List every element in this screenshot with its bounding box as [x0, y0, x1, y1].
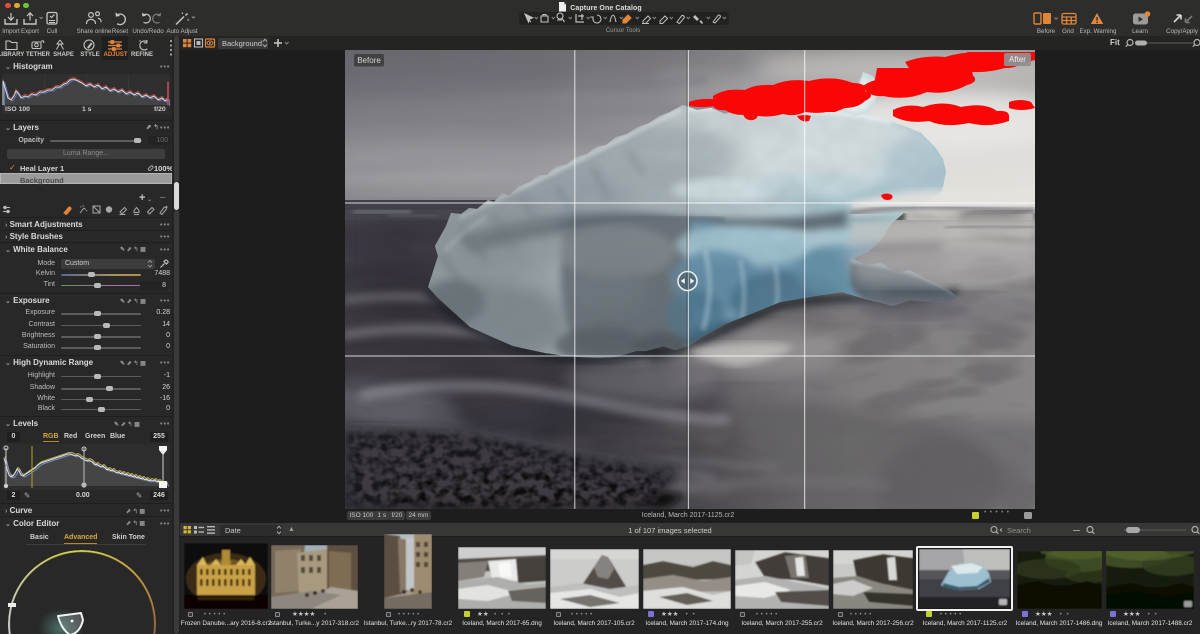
svg-text:Before: Before	[357, 56, 381, 65]
svg-text:After: After	[1009, 55, 1026, 64]
